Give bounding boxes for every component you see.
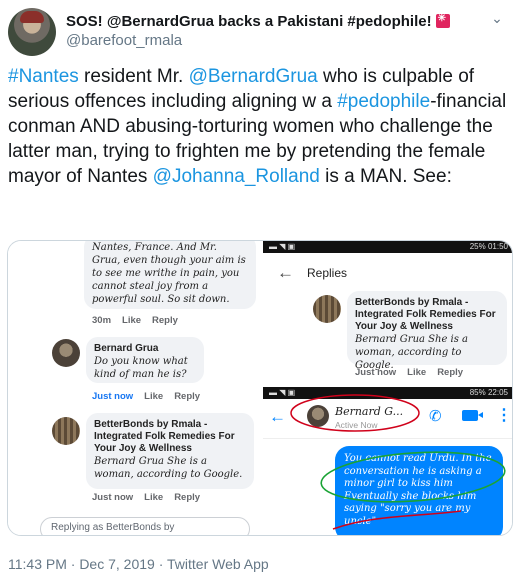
page-avatar[interactable] <box>52 417 80 445</box>
contact-name[interactable]: Bernard G... <box>335 405 403 418</box>
messenger-header: ← Bernard G... Active Now ✆ ⋮ <box>263 401 512 439</box>
reply-time: Just now <box>355 367 397 378</box>
tweet-media[interactable]: Nantes, France. And Mr. Grua, even thoug… <box>7 240 513 536</box>
sos-emoji-icon <box>435 13 450 28</box>
comment-text: Bernard Grua She is a woman, according t… <box>94 456 243 480</box>
contact-avatar[interactable] <box>307 405 329 427</box>
comment-time: Just now <box>92 492 134 503</box>
reply-meta: Just now Like Reply <box>355 367 474 378</box>
replies-appbar: ← Replies <box>263 257 512 291</box>
commenter-name[interactable]: BetterBonds by Rmala - Integrated Folk R… <box>94 419 246 455</box>
status-icons: ▬ ◥ ▣ <box>269 242 296 251</box>
author-avatar[interactable] <box>8 8 56 56</box>
commenter-name[interactable]: Bernard Grua <box>94 343 196 355</box>
comment-meta: 30m Like Reply <box>92 315 189 326</box>
status-icons: ▬ ◥ ▣ <box>269 388 296 397</box>
comment-meta: Just now Like Reply <box>92 391 211 402</box>
chevron-down-icon[interactable]: ⌄ <box>488 10 506 28</box>
tweet-timestamp[interactable]: 11:43 PM · Dec 7, 2019 · Twitter Web App <box>8 556 269 572</box>
like-link[interactable]: Like <box>144 492 163 503</box>
reply-link[interactable]: Reply <box>174 492 200 503</box>
commenter-name[interactable]: BetterBonds by Rmala - Integrated Folk R… <box>355 297 499 333</box>
replies-title: Replies <box>307 266 348 280</box>
reply-input[interactable]: Replying as BetterBonds by <box>40 517 250 535</box>
tweet-text-segment: is a MAN. See: <box>319 166 452 187</box>
comment-time: Just now <box>92 391 134 402</box>
comment-bubble: Bernard Grua Do you know what kind of ma… <box>86 337 204 383</box>
like-link[interactable]: Like <box>144 391 163 402</box>
reply-link[interactable]: Reply <box>152 315 178 326</box>
message-text: You cannot read Urdu. In the conversatio… <box>344 453 492 527</box>
comment-meta: Just now Like Reply <box>92 492 211 503</box>
author-handle[interactable]: @barefoot_rmala <box>66 32 182 49</box>
status-bar: ▬ ◥ ▣ 25% 01:50 <box>263 241 512 253</box>
status-time: 25% 01:50 <box>469 242 508 251</box>
author-display-name[interactable]: SOS! @BernardGrua backs a Pakistani #ped… <box>66 12 450 30</box>
reply-link[interactable]: Reply <box>437 367 463 378</box>
like-link[interactable]: Like <box>407 367 426 378</box>
page-avatar[interactable] <box>313 295 341 323</box>
status-time: 85% 22:05 <box>469 388 508 397</box>
hashtag-link[interactable]: #pedophile <box>337 91 430 112</box>
commenter-avatar[interactable] <box>52 339 80 367</box>
message-bubble: You cannot read Urdu. In the conversatio… <box>335 446 503 535</box>
back-arrow-icon[interactable]: ← <box>277 263 294 283</box>
back-arrow-icon[interactable]: ← <box>269 407 286 427</box>
status-bar: ▬ ◥ ▣ 85% 22:05 <box>263 387 512 399</box>
contact-status: Active Now <box>335 420 378 430</box>
phone-icon[interactable]: ✆ <box>429 407 445 425</box>
mention-link[interactable]: @Johanna_Rolland <box>153 166 320 187</box>
comment-text: Nantes, France. And Mr. Grua, even thoug… <box>92 242 246 305</box>
video-call-icon[interactable] <box>462 410 483 421</box>
comment-bubble: Nantes, France. And Mr. Grua, even thoug… <box>84 241 256 309</box>
like-link[interactable]: Like <box>122 315 141 326</box>
more-options-icon[interactable]: ⋮ <box>496 405 512 425</box>
hashtag-link[interactable]: #Nantes <box>8 66 79 87</box>
reply-bubble: BetterBonds by Rmala - Integrated Folk R… <box>347 291 507 371</box>
tweet-text-segment: resident Mr. <box>78 66 189 87</box>
tweet-header: SOS! @BernardGrua backs a Pakistani #ped… <box>8 8 512 56</box>
comment-time: 30m <box>92 315 112 326</box>
comment-text: Do you know what kind of man he is? <box>94 356 188 380</box>
tweet-text: #Nantes resident Mr. @BernardGrua who is… <box>8 64 508 189</box>
mention-link[interactable]: @BernardGrua <box>189 66 318 87</box>
comment-bubble: BetterBonds by Rmala - Integrated Folk R… <box>86 413 254 489</box>
display-name-text[interactable]: SOS! @BernardGrua backs a Pakistani #ped… <box>66 13 432 30</box>
media-image-right[interactable]: ▬ ◥ ▣ 25% 01:50 ← Replies BetterBonds by… <box>263 241 512 535</box>
reply-link[interactable]: Reply <box>174 391 200 402</box>
media-image-left[interactable]: Nantes, France. And Mr. Grua, even thoug… <box>8 241 261 535</box>
